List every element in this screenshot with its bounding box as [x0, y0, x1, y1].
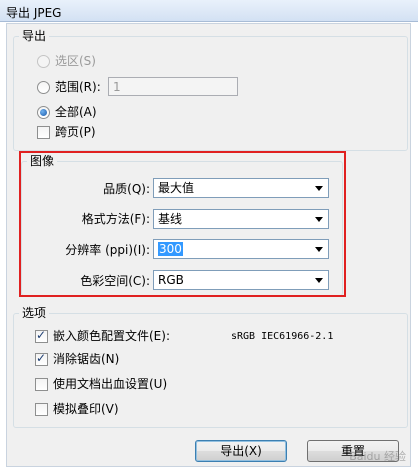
embed-profile-label[interactable]: 嵌入颜色配置文件(E):	[53, 329, 170, 343]
export-button[interactable]: 导出(X)	[195, 440, 287, 462]
watermark-text: Baidu 经验	[349, 450, 406, 463]
export-group-legend: 导出	[22, 29, 47, 43]
embed-profile-checkbox[interactable]: ✓	[35, 328, 48, 343]
format-method-label: 格式方法(F):	[81, 212, 150, 226]
radio-selected-dot	[40, 109, 47, 116]
simulate-overprint-label[interactable]: 模拟叠印(V)	[53, 402, 119, 416]
chevron-down-icon	[315, 247, 323, 252]
simulate-overprint-checkbox[interactable]	[35, 403, 48, 416]
color-space-label: 色彩空间(C):	[80, 274, 150, 288]
range-radio[interactable]	[37, 81, 50, 94]
spreads-label[interactable]: 跨页(P)	[55, 125, 96, 139]
window-title: 导出 JPEG	[6, 6, 62, 20]
quality-label: 品质(Q):	[103, 182, 150, 196]
use-bleed-label[interactable]: 使用文档出血设置(U)	[53, 377, 167, 391]
all-radio[interactable]	[37, 106, 50, 119]
options-group-legend: 选项	[22, 306, 47, 320]
chevron-down-icon	[315, 278, 323, 283]
checkmark-icon: ✓	[36, 351, 47, 365]
range-label[interactable]: 范围(R):	[55, 80, 101, 94]
embed-profile-value: sRGB IEC61966-2.1	[231, 331, 334, 342]
title-bar: 导出 JPEG	[0, 0, 418, 22]
resolution-label: 分辨率 (ppi)(I):	[65, 243, 150, 257]
quality-value: 最大值	[158, 181, 195, 195]
color-space-value: RGB	[158, 273, 184, 287]
resolution-value: 300	[158, 242, 183, 256]
anti-alias-label[interactable]: 消除锯齿(N)	[53, 352, 119, 366]
range-input[interactable]: 1	[108, 77, 238, 96]
format-method-value: 基线	[158, 212, 183, 226]
selection-radio	[37, 55, 50, 68]
color-space-select[interactable]: RGB	[153, 270, 329, 290]
resolution-select[interactable]: 300	[153, 239, 329, 259]
all-label[interactable]: 全部(A)	[55, 105, 97, 119]
chevron-down-icon	[315, 186, 323, 191]
format-method-select[interactable]: 基线	[153, 209, 329, 229]
use-bleed-checkbox[interactable]	[35, 378, 48, 391]
selection-label: 选区(S)	[55, 54, 96, 68]
chevron-down-icon	[315, 217, 323, 222]
dialog-body: 导出 选区(S) 范围(R): 1 全部(A) 跨页(P) 图像 品质(Q): …	[6, 23, 411, 467]
checkmark-icon: ✓	[36, 328, 47, 342]
spreads-checkbox[interactable]	[37, 126, 50, 139]
anti-alias-checkbox[interactable]: ✓	[35, 351, 48, 366]
quality-select[interactable]: 最大值	[153, 178, 329, 198]
